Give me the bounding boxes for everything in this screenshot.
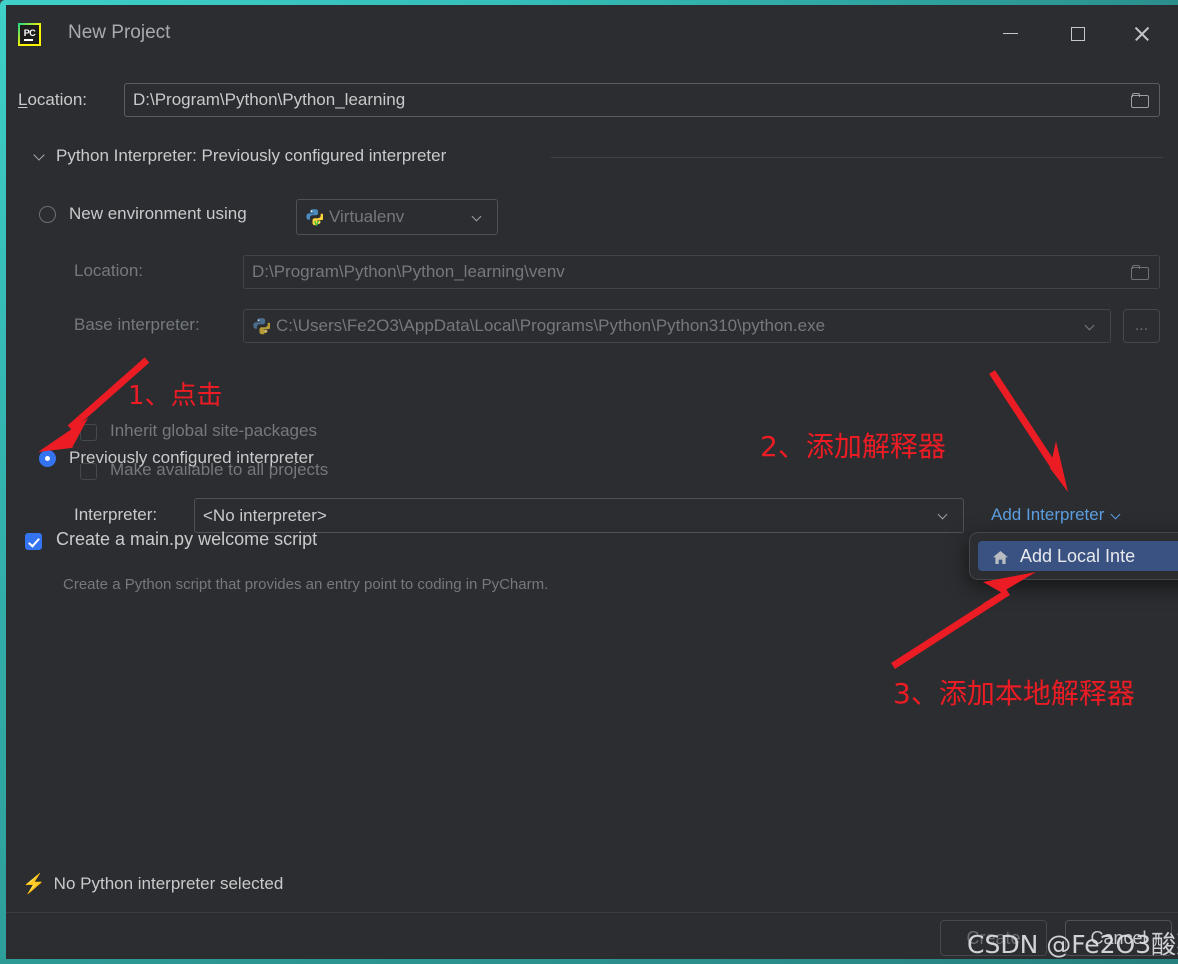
minimize-button[interactable] [980, 5, 1040, 62]
chevron-down-icon [34, 150, 46, 162]
venv-location-input[interactable]: D:\Program\Python\Python_learning\venv [243, 255, 1160, 289]
new-project-dialog: PC New Project Location: D:\Program\Pyth… [0, 0, 1178, 964]
section-divider [551, 157, 1163, 158]
interpreter-label: Interpreter: [74, 505, 158, 524]
csdn-watermark: CSDN @Fe2O3酸菜鱼 [967, 930, 1178, 959]
inherit-site-packages-label: Inherit global site-packages [110, 421, 317, 440]
create-main-py-checkbox[interactable] [25, 533, 42, 550]
base-interpreter-label: Base interpreter: [74, 315, 200, 334]
previously-configured-radio[interactable] [39, 450, 56, 467]
menu-item-add-local-interpreter[interactable]: Add Local Inte [978, 541, 1178, 571]
venv-location-label: Location: [74, 261, 143, 280]
menu-item-label: Add Local Inte [1020, 545, 1136, 566]
title-bar: PC New Project [6, 5, 1178, 62]
add-interpreter-label: Add Interpreter [991, 505, 1105, 524]
environment-tool-value: Virtualenv [329, 207, 405, 226]
python-icon [252, 317, 272, 335]
base-interpreter-dropdown[interactable]: C:\Users\Fe2O3\AppData\Local\Programs\Py… [243, 309, 1111, 343]
status-message: ⚡ No Python interpreter selected [22, 874, 283, 894]
create-main-py-description: Create a Python script that provides an … [63, 576, 549, 593]
minimize-icon [1002, 32, 1018, 35]
venv-location-value: D:\Program\Python\Python_learning\venv [252, 262, 565, 281]
status-text: No Python interpreter selected [53, 874, 284, 893]
interpreter-value: <No interpreter> [203, 505, 327, 525]
annotation-step-3: 3、添加本地解释器 [893, 677, 1135, 710]
base-interpreter-browse-button[interactable]: ... [1123, 309, 1160, 343]
base-interpreter-value: C:\Users\Fe2O3\AppData\Local\Programs\Py… [276, 316, 826, 335]
new-environment-label: New environment using [69, 204, 247, 223]
add-interpreter-popup: Add Local Inte [969, 532, 1178, 580]
folder-icon[interactable] [1127, 260, 1151, 284]
window-title: New Project [68, 22, 171, 43]
python-interpreter-section-header[interactable]: Python Interpreter: Previously configure… [34, 146, 446, 166]
close-button[interactable] [1112, 5, 1172, 62]
maximize-button[interactable] [1048, 5, 1108, 62]
close-icon [1133, 25, 1151, 43]
location-label: Location: [18, 90, 88, 109]
pycharm-icon: PC [18, 23, 41, 46]
new-environment-radio[interactable] [39, 206, 56, 223]
chevron-down-icon[interactable] [465, 205, 489, 229]
chevron-down-icon[interactable] [1078, 314, 1102, 338]
location-input[interactable]: D:\Program\Python\Python_learning [124, 83, 1160, 117]
interpreter-dropdown[interactable]: <No interpreter> [194, 498, 964, 533]
python-virtualenv-icon: v [305, 208, 325, 227]
add-interpreter-link[interactable]: Add Interpreter [991, 505, 1122, 525]
footer-divider [6, 912, 1178, 913]
location-value: D:\Program\Python\Python_learning [133, 90, 406, 109]
create-main-py-label: Create a main.py welcome script [56, 529, 318, 549]
folder-icon[interactable] [1127, 88, 1151, 112]
previously-configured-label: Previously configured interpreter [69, 448, 314, 467]
home-icon [992, 549, 1009, 564]
annotation-step-1: 1、点击 [128, 381, 223, 411]
svg-text:v: v [314, 218, 320, 226]
warning-bolt-icon: ⚡ [22, 873, 46, 895]
window-body: PC New Project Location: D:\Program\Pyth… [6, 5, 1178, 959]
annotation-step-2: 2、添加解释器 [760, 430, 946, 463]
environment-tool-dropdown[interactable]: v Virtualenv [296, 199, 498, 235]
maximize-icon [1071, 26, 1085, 41]
chevron-down-icon [1111, 510, 1122, 521]
chevron-down-icon[interactable] [931, 504, 955, 528]
inherit-site-packages-checkbox[interactable] [80, 424, 97, 441]
dialog-content: Location: D:\Program\Python\Python_learn… [6, 62, 1178, 959]
section-header-label: Python Interpreter: Previously configure… [56, 146, 447, 165]
